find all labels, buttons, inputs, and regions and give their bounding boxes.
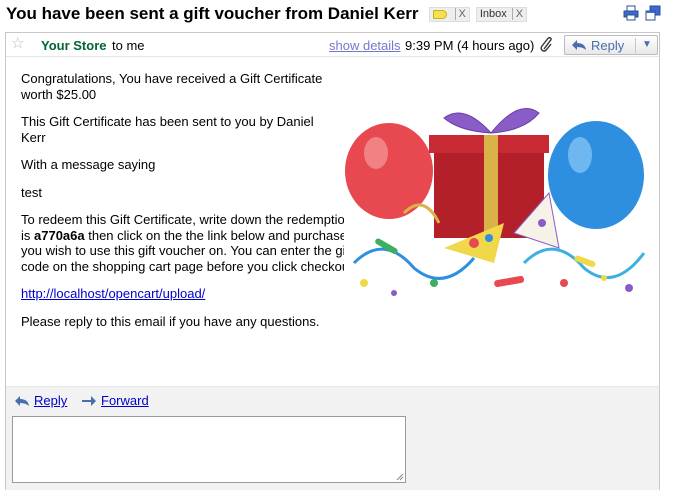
dropdown-icon[interactable]: ▼ xyxy=(642,39,652,50)
subject-bar: You have been sent a gift voucher from D… xyxy=(6,3,528,25)
show-details-link[interactable]: show details xyxy=(329,38,401,53)
body-paragraph-2: This Gift Certificate has been sent to y… xyxy=(21,114,314,145)
reply-arrow-icon xyxy=(15,395,29,406)
message-card: ☆ Your Store to me show details 9:39 PM … xyxy=(5,32,660,490)
resize-grip-icon[interactable] xyxy=(396,473,404,481)
email-subject: You have been sent a gift voucher from D… xyxy=(6,4,419,23)
body-paragraph-1: Congratulations, You have received a Gif… xyxy=(21,71,323,102)
label-chip-inbox[interactable]: Inbox X xyxy=(475,6,528,22)
recipient-text: to me xyxy=(112,38,145,53)
store-link[interactable]: http://localhost/opencart/upload/ xyxy=(21,286,205,301)
right-sidebar-cutoff xyxy=(668,0,677,496)
print-icon[interactable] xyxy=(623,5,639,21)
paperclip-icon xyxy=(540,37,552,52)
sender-name[interactable]: Your Store xyxy=(41,38,107,53)
reply-arrow-icon xyxy=(572,40,586,50)
reply-area: Reply Forward xyxy=(6,386,659,490)
message-header: ☆ Your Store to me show details 9:39 PM … xyxy=(6,33,659,57)
star-icon[interactable]: ☆ xyxy=(11,36,24,52)
top-right-icons xyxy=(623,5,661,21)
reply-button-label: Reply xyxy=(591,37,625,53)
forward-link[interactable]: Forward xyxy=(81,393,149,408)
label-tag-icon xyxy=(432,9,447,19)
new-window-icon[interactable] xyxy=(645,5,661,21)
message-time: 9:39 PM (4 hours ago) xyxy=(405,38,535,53)
reply-link[interactable]: Reply xyxy=(14,393,67,408)
reply-button[interactable]: Reply ▼ xyxy=(564,35,658,55)
forward-link-label: Forward xyxy=(101,393,149,408)
remove-inbox-label-button[interactable]: X xyxy=(511,8,523,20)
redemption-code: a770a6a xyxy=(34,227,85,243)
body-paragraph-6: Please reply to this email if you have a… xyxy=(21,313,320,329)
party-image xyxy=(344,83,646,305)
label-chip-tag[interactable]: X xyxy=(428,6,470,22)
forward-arrow-icon xyxy=(82,395,96,406)
remove-label-button[interactable]: X xyxy=(454,8,466,20)
reply-textarea[interactable] xyxy=(12,416,406,483)
label-inbox-text: Inbox xyxy=(479,8,507,20)
reply-link-label: Reply xyxy=(34,393,68,408)
